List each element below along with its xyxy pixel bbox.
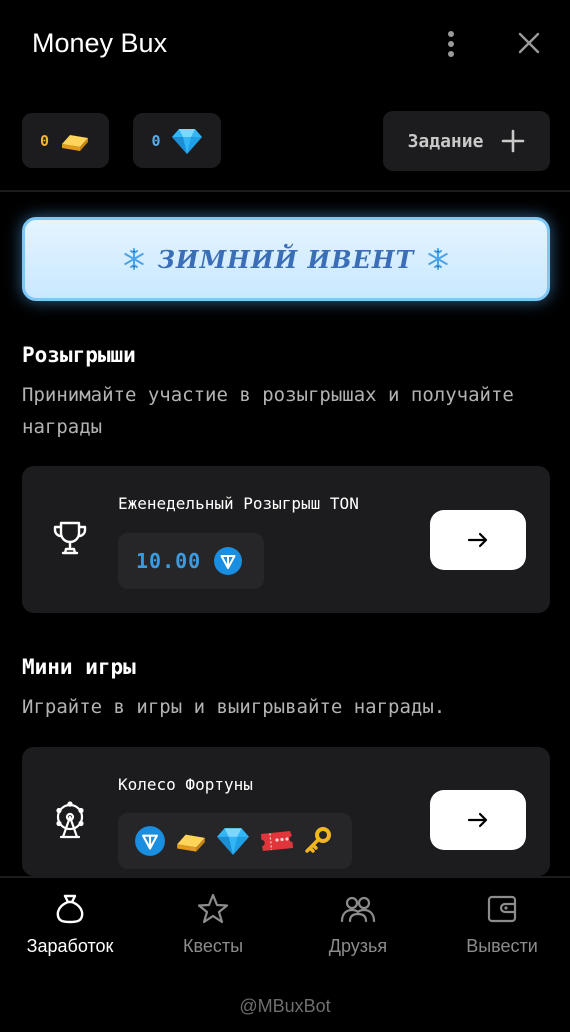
diamond-icon — [217, 828, 249, 855]
star-icon — [197, 893, 229, 924]
arrow-right-icon — [467, 532, 488, 548]
open-wheel-button[interactable] — [430, 790, 526, 850]
giveaways-description: Принимайте участие в розыгрышах и получа… — [22, 384, 514, 438]
rewards-pill — [118, 813, 352, 869]
nav-quests-label: Квесты — [182, 936, 244, 956]
mini-games-description: Играйте в игры и выигрывайте награды. — [22, 696, 446, 718]
ton-coin-icon — [135, 826, 165, 856]
gold-balance-value: 0 — [39, 131, 50, 150]
kebab-menu-icon[interactable] — [440, 28, 462, 60]
plus-icon — [502, 129, 525, 153]
prize-pill: 10.00 — [118, 533, 264, 589]
ferris-wheel-icon — [56, 801, 84, 839]
snowflake-icon — [428, 248, 449, 270]
wallet-icon — [487, 895, 517, 923]
ticket-icon — [261, 831, 293, 851]
event-banner-label: ЗИМНИЙ ИВЕНТ — [157, 244, 415, 274]
nav-withdraw[interactable]: Вывести — [432, 892, 570, 957]
ton-coin-icon — [214, 547, 243, 575]
gem-balance-value: 0 — [151, 131, 161, 150]
winter-event-banner[interactable]: ЗИМНИЙ ИВЕНТ — [22, 217, 550, 301]
nav-withdraw-label: Вывести — [466, 936, 538, 956]
add-task-button[interactable]: Задание — [383, 111, 550, 171]
app-title: Money Bux — [32, 28, 168, 58]
key-icon — [305, 827, 331, 853]
giveaway-card-title: Еженедельный Розыгрыш TON — [118, 494, 359, 513]
bot-handle[interactable]: @MBuxBot — [0, 996, 570, 1017]
giveaways-title: Розыгрыши — [22, 343, 136, 367]
mini-games-title: Мини игры — [22, 655, 136, 679]
gold-bar-icon — [62, 134, 89, 151]
prize-amount: 10.00 — [136, 549, 202, 573]
nav-friends[interactable]: Друзья — [288, 892, 428, 957]
friends-icon — [340, 896, 376, 923]
nav-earn-label: Заработок — [26, 936, 114, 956]
arrow-right-icon — [467, 812, 488, 828]
close-icon[interactable] — [514, 28, 544, 58]
gem-balance: 0 — [133, 113, 221, 168]
header-divider — [0, 190, 570, 192]
money-bag-icon — [56, 894, 84, 924]
app-header: Money Bux — [0, 0, 570, 90]
wheel-of-fortune-card[interactable]: Колесо Фортуны — [22, 747, 550, 876]
weekly-ton-giveaway-card[interactable]: Еженедельный Розыгрыш TON 10.00 — [22, 466, 550, 613]
gold-balance: 0 — [22, 113, 109, 168]
trophy-icon — [53, 521, 87, 555]
diamond-icon — [171, 128, 202, 154]
nav-friends-label: Друзья — [328, 936, 388, 956]
wheel-card-title: Колесо Фортуны — [118, 775, 253, 794]
nav-earn[interactable]: Заработок — [0, 892, 140, 957]
task-button-label: Задание — [407, 130, 484, 152]
gold-bar-icon — [177, 834, 205, 852]
nav-quests[interactable]: Квесты — [143, 892, 283, 957]
snowflake-icon — [123, 248, 144, 270]
open-giveaway-button[interactable] — [430, 510, 526, 570]
